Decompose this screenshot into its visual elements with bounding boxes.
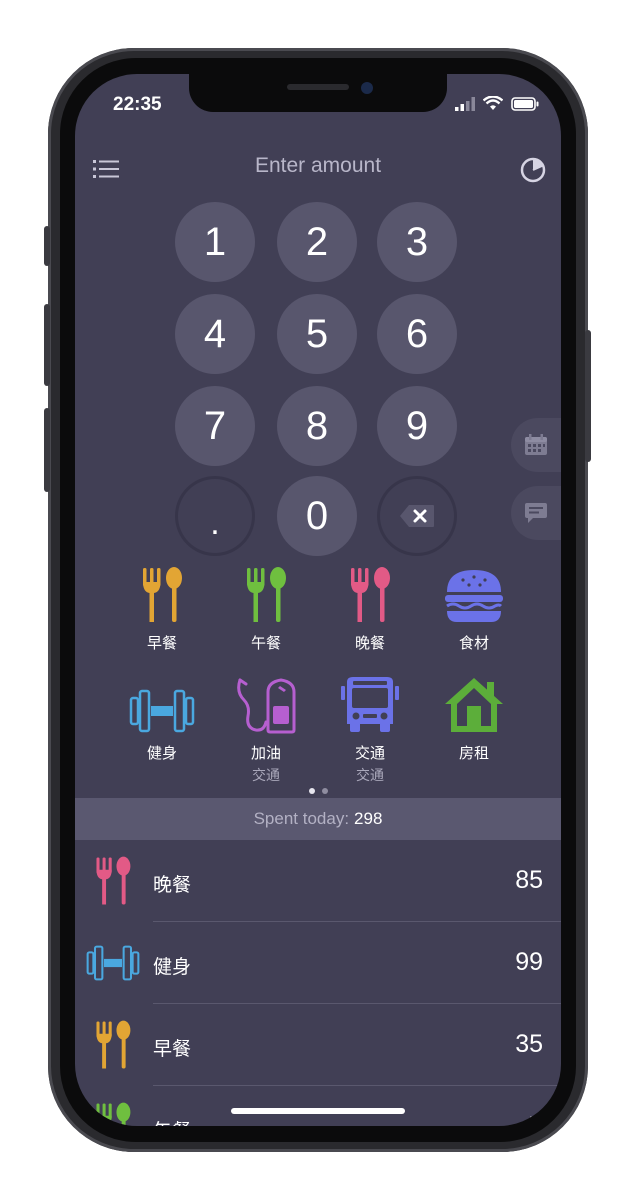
pie-chart-icon[interactable] — [519, 156, 547, 184]
volume-down-button — [44, 408, 50, 492]
dumbbell-icon — [86, 945, 140, 981]
spent-today-value: 298 — [354, 809, 383, 828]
category-lunch[interactable]: 午餐 — [221, 562, 311, 653]
calendar-button[interactable] — [511, 418, 561, 472]
category-dinner[interactable]: 晚餐 — [325, 562, 415, 653]
category-label: 食材 — [458, 635, 489, 652]
list-item[interactable]: 早餐 35 — [75, 1004, 561, 1086]
comment-icon — [525, 503, 547, 523]
mute-switch — [44, 226, 50, 266]
key-4[interactable]: 4 — [175, 294, 255, 374]
list-item[interactable]: 午餐 7 — [75, 1086, 561, 1126]
list-item[interactable]: 健身 99 — [75, 922, 561, 1004]
category-breakfast[interactable]: 早餐 — [117, 562, 207, 653]
page-indicator[interactable] — [75, 788, 561, 794]
entry-name: 午餐 — [153, 1116, 191, 1126]
category-label: 晚餐 — [354, 635, 385, 652]
front-camera — [361, 82, 373, 94]
entry-name: 早餐 — [153, 1039, 192, 1060]
spent-today-label: Spent today: — [253, 809, 350, 828]
fork-spoon-icon — [143, 567, 182, 622]
wifi-icon — [483, 96, 503, 110]
entry-amount: 99 — [515, 948, 543, 976]
category-label: 交通 — [354, 745, 385, 762]
category-fitness[interactable]: 健身 — [117, 672, 207, 763]
key-5[interactable]: 5 — [277, 294, 357, 374]
list-item[interactable]: 晚餐 85 — [75, 840, 561, 922]
category-label: 午餐 — [250, 635, 281, 652]
category-rent[interactable]: 房租 — [429, 672, 519, 763]
category-transport[interactable]: 交通 交通 — [325, 672, 415, 785]
category-groceries[interactable]: 食材 — [429, 562, 519, 653]
power-button — [585, 330, 591, 462]
entry-amount: 85 — [515, 866, 543, 894]
bus-icon — [341, 677, 399, 732]
fork-spoon-icon — [96, 856, 131, 905]
signal-icon — [455, 96, 475, 111]
key-decimal[interactable]: . — [175, 476, 255, 556]
header: Enter amount — [75, 150, 561, 190]
volume-up-button — [44, 304, 50, 386]
entry-name: 晚餐 — [153, 875, 192, 896]
entry-amount: 35 — [515, 1030, 543, 1058]
battery-icon — [511, 96, 539, 111]
key-6[interactable]: 6 — [377, 294, 457, 374]
app-screen: 22:35 Enter amount 1 2 3 4 5 6 7 8 9 . 0… — [75, 74, 561, 1126]
category-sublabel: 交通 — [252, 767, 280, 783]
status-time: 22:35 — [113, 94, 162, 115]
dumbbell-icon — [129, 689, 195, 733]
key-2[interactable]: 2 — [277, 202, 357, 282]
fuel-pump-icon — [237, 678, 296, 734]
page-dot-1[interactable] — [308, 788, 315, 794]
page-dot-2[interactable] — [321, 788, 328, 794]
entry-amount: 7 — [529, 1112, 543, 1126]
speaker — [287, 84, 349, 90]
key-8[interactable]: 8 — [277, 386, 357, 466]
category-fuel[interactable]: 加油 交通 — [221, 672, 311, 785]
burger-icon — [445, 570, 503, 622]
amount-display: Enter amount — [254, 154, 382, 177]
key-7[interactable]: 7 — [175, 386, 255, 466]
status-icons — [455, 96, 539, 111]
key-1[interactable]: 1 — [175, 202, 255, 282]
backspace-button[interactable] — [377, 476, 457, 556]
category-label: 加油 — [250, 745, 281, 762]
house-icon — [445, 678, 503, 732]
calendar-icon — [525, 434, 547, 455]
fork-spoon-icon — [96, 1102, 131, 1126]
key-0[interactable]: 0 — [277, 476, 357, 556]
fork-spoon-icon — [351, 567, 390, 622]
category-label: 房租 — [458, 745, 489, 762]
backspace-icon — [400, 505, 434, 527]
notch — [189, 74, 447, 112]
entry-name: 健身 — [153, 957, 192, 978]
fork-spoon-icon — [247, 567, 286, 622]
fork-spoon-icon — [96, 1020, 131, 1069]
key-9[interactable]: 9 — [377, 386, 457, 466]
category-sublabel: 交通 — [356, 767, 384, 783]
category-label: 早餐 — [146, 635, 177, 652]
spent-today-bar: Spent today: 298 — [75, 798, 561, 840]
comment-button[interactable] — [511, 486, 561, 540]
category-label: 健身 — [146, 745, 177, 762]
home-indicator[interactable] — [231, 1108, 405, 1114]
key-3[interactable]: 3 — [377, 202, 457, 282]
